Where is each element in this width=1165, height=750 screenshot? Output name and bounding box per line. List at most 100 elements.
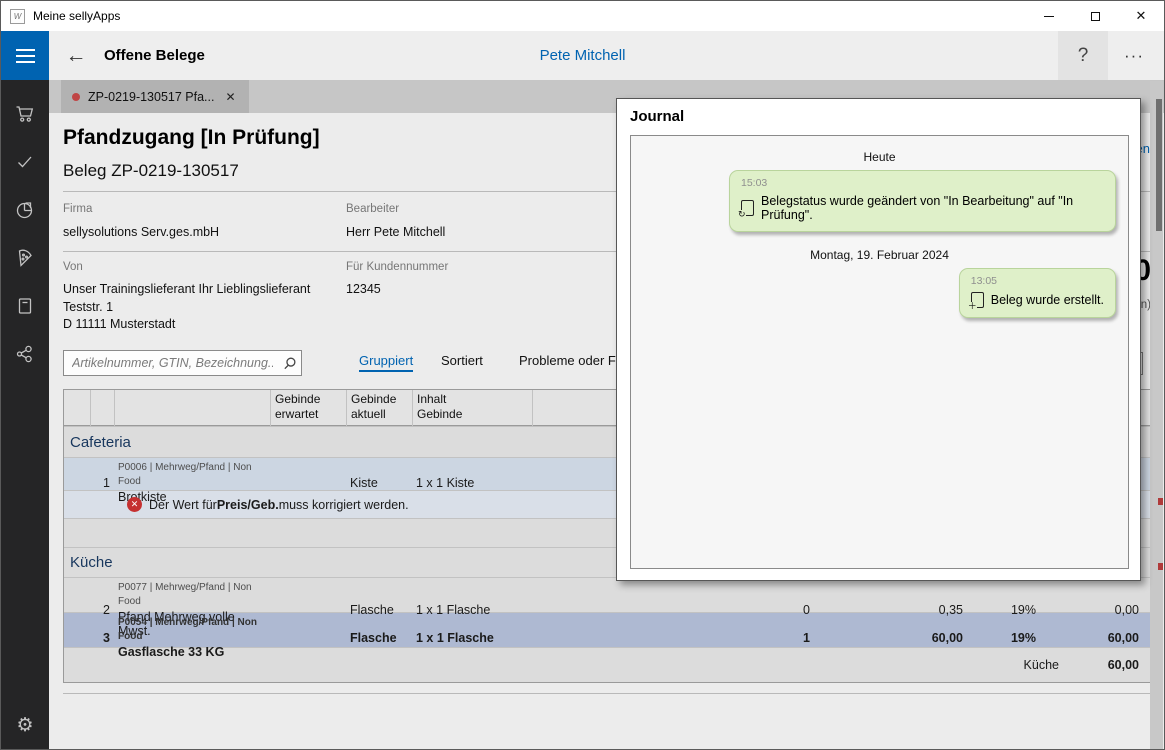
table-row[interactable]: 2 P0077 | Mehrweg/Pfand | Non Food Pfand… — [64, 577, 1151, 612]
maximize-icon — [1091, 12, 1100, 21]
menge-value: 0 — [532, 603, 822, 617]
journal-entry-time: 13:05 — [971, 275, 1104, 287]
nav-bar: ← Offene Belege Pete Mitchell ? ··· — [1, 31, 1164, 80]
gebinde-aktuell-value: Kiste — [346, 476, 412, 490]
journal-date-header: Heute — [641, 150, 1118, 164]
sidebar: ⚙ — [1, 80, 49, 750]
group-total-value: 60,00 — [1095, 658, 1139, 672]
firma-label: Firma — [63, 203, 92, 215]
view-problems-tab[interactable]: Probleme oder Fel — [519, 353, 626, 368]
journal-title: Journal — [630, 108, 684, 125]
bearbeiter-label: Bearbeiter — [346, 203, 399, 215]
user-name-link[interactable]: Pete Mitchell — [1, 31, 1164, 80]
tab-close-icon[interactable]: ✕ — [222, 88, 238, 106]
article-meta: P0077 | Mehrweg/Pfand | Non Food — [118, 581, 266, 609]
sidebar-item-catalog[interactable] — [1, 282, 49, 330]
book-icon — [13, 294, 37, 318]
error-field-name: Preis/Geb. — [217, 498, 279, 512]
share-icon — [13, 342, 37, 366]
search-icon — [277, 356, 301, 371]
col-inhalt-gebinde[interactable]: Inhalt Gebinde — [412, 390, 532, 426]
sidebar-item-network[interactable] — [1, 330, 49, 378]
article-search-input[interactable] — [64, 356, 277, 370]
sidebar-item-reports[interactable] — [1, 186, 49, 234]
journal-entries-panel[interactable]: Heute 15:03 ↻ Belegstatus wurde geändert… — [630, 135, 1129, 569]
journal-date-header: Montag, 19. Februar 2024 — [641, 248, 1118, 262]
sidebar-item-cart[interactable] — [1, 90, 49, 138]
app-title: Meine sellyApps — [33, 9, 120, 23]
inhalt-gebinde-value: 1 x 1 Kiste — [412, 476, 532, 490]
col-gebinde-aktuell[interactable]: Gebinde aktuell — [346, 390, 412, 426]
minimize-button[interactable] — [1026, 1, 1072, 31]
tab-label: ZP-0219-130517 Pfa... — [88, 90, 214, 104]
close-icon: ✕ — [1136, 8, 1147, 24]
ellipsis-icon: ··· — [1124, 46, 1144, 66]
von-label: Von — [63, 261, 83, 273]
article-name: Gasflasche 33 KG — [118, 645, 266, 659]
maximize-button[interactable] — [1072, 1, 1118, 31]
view-sorted-tab[interactable]: Sortiert — [441, 353, 483, 368]
menge-value: 1 — [532, 631, 822, 645]
col-gebinde-erwartet[interactable]: Gebinde erwartet — [270, 390, 346, 426]
von-line3: D 11111 Musterstadt — [63, 316, 175, 334]
mwst-value: 19% — [975, 603, 1048, 617]
more-options-button[interactable]: ··· — [1112, 31, 1156, 80]
preis-value: 0,35 — [822, 603, 975, 617]
settings-button[interactable]: ⚙ — [1, 705, 49, 745]
inhalt-gebinde-value: 1 x 1 Flasche — [412, 631, 532, 645]
row-number: 2 — [90, 603, 114, 617]
document-title: Pfandzugang [In Prüfung] — [63, 126, 320, 150]
article-meta: P0006 | Mehrweg/Pfand | Non Food — [118, 461, 266, 489]
journal-popup: Journal Heute 15:03 ↻ Belegstatus wurde … — [616, 98, 1141, 581]
error-text-pre: Der Wert für — [149, 498, 217, 512]
journal-entry: 15:03 ↻ Belegstatus wurde geändert von "… — [729, 170, 1116, 232]
kundennummer-label: Für Kundennummer — [346, 261, 448, 273]
error-text-post: muss korrigiert werden. — [279, 498, 409, 512]
document-number: Beleg ZP-0219-130517 — [63, 161, 239, 181]
gear-icon: ⚙ — [16, 714, 33, 737]
preis-value: 60,00 — [822, 631, 975, 645]
gebinde-aktuell-value: Flasche — [346, 603, 412, 617]
tab-document[interactable]: ZP-0219-130517 Pfa... ✕ — [61, 80, 249, 113]
bearbeiter-value: Herr Pete Mitchell — [346, 224, 445, 242]
document-created-icon: ＋ — [971, 292, 984, 308]
gebinde-aktuell-value: Flasche — [346, 631, 412, 645]
article-meta: P0054 | Mehrweg/Pfand | Non Food — [118, 616, 266, 644]
von-line2: Teststr. 1 — [63, 299, 113, 317]
checkmark-icon — [13, 150, 37, 174]
help-button[interactable]: ? — [1058, 31, 1108, 80]
unsaved-changes-dot-icon — [72, 93, 80, 101]
kundennummer-value: 12345 — [346, 281, 381, 299]
scrollbar-error-mark — [1158, 563, 1163, 570]
von-line1: Unser Trainingslieferant Ihr Lieblingsli… — [63, 281, 310, 299]
minimize-icon — [1044, 16, 1054, 17]
sidebar-item-food[interactable] — [1, 234, 49, 282]
table-row-selected[interactable]: 3 P0054 | Mehrweg/Pfand | Non Food Gasfl… — [64, 612, 1151, 647]
help-icon: ? — [1078, 45, 1089, 67]
firma-value: sellysolutions Serv.ges.mbH — [63, 224, 219, 242]
vertical-scrollbar[interactable] — [1150, 81, 1163, 750]
pie-chart-icon — [13, 198, 37, 222]
article-search-input-wrap — [63, 350, 302, 376]
divider — [63, 693, 1151, 694]
titlebar: W Meine sellyApps ✕ — [1, 1, 1164, 31]
journal-entry-text: Belegstatus wurde geändert von "In Bearb… — [761, 194, 1104, 222]
cart-icon — [13, 102, 37, 126]
error-icon: ✕ — [127, 497, 142, 512]
inhalt-gebinde-value: 1 x 1 Flasche — [412, 603, 532, 617]
gesamt-value: 60,00 — [1048, 631, 1151, 645]
view-grouped-tab[interactable]: Gruppiert — [359, 353, 413, 372]
pizza-slice-icon — [13, 246, 37, 270]
journal-entry-text: Beleg wurde erstellt. — [991, 293, 1104, 307]
gesamt-value: 0,00 — [1048, 603, 1151, 617]
document-status-changed-icon: ↻ — [741, 200, 754, 216]
app-window: W Meine sellyApps ✕ ← Offene Belege Pete… — [0, 0, 1165, 750]
row-number: 1 — [90, 476, 114, 490]
scrollbar-thumb[interactable] — [1156, 99, 1162, 231]
journal-entry: 13:05 ＋ Beleg wurde erstellt. — [959, 268, 1116, 318]
sidebar-item-tasks[interactable] — [1, 138, 49, 186]
row-number: 3 — [90, 631, 114, 645]
close-button[interactable]: ✕ — [1118, 1, 1164, 31]
journal-entry-time: 15:03 — [741, 177, 1104, 189]
scrollbar-error-mark — [1158, 498, 1163, 505]
